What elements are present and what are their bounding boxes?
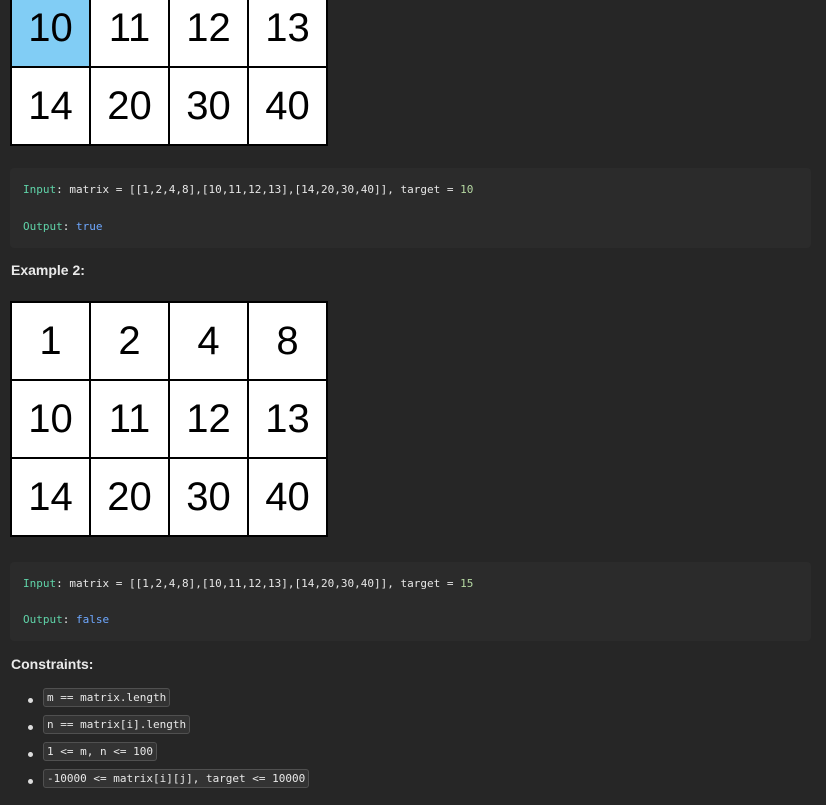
input-label: Input (23, 183, 57, 196)
input-text: : matrix = [[1,2,4,8],[10,11,12,13],[14,… (56, 183, 461, 196)
target-value: 15 (460, 577, 474, 590)
list-item: 1 <= m, n <= 100 (0, 742, 309, 769)
matrix-cell: 11 (89, 379, 170, 459)
matrix-cell-target: 10 (10, 0, 91, 68)
matrix-row: 10 11 12 13 (10, 0, 328, 68)
matrix-cell: 1 (10, 301, 91, 381)
matrix-cell: 2 (89, 301, 170, 381)
matrix-cell: 40 (247, 457, 328, 537)
matrix-cell: 12 (168, 379, 249, 459)
input-label: Input (23, 577, 57, 590)
matrix-row: 14 20 30 40 (10, 457, 328, 537)
output-sep: : (62, 613, 76, 626)
example2-input-line: Input: matrix = [[1,2,4,8],[10,11,12,13]… (23, 577, 473, 590)
list-item: n == matrix[i].length (0, 715, 309, 742)
matrix-cell: 30 (168, 66, 249, 146)
example2-output-line: Output: false (23, 613, 109, 626)
matrix-cell: 4 (168, 301, 249, 381)
constraint-code: n == matrix[i].length (43, 715, 191, 734)
matrix-cell: 10 (10, 379, 91, 459)
output-label: Output (23, 220, 63, 233)
constraint-code: -10000 <= matrix[i][j], target <= 10000 (43, 769, 310, 788)
output-sep: : (62, 220, 76, 233)
example1-io-block: Input: matrix = [[1,2,4,8],[10,11,12,13]… (10, 168, 811, 248)
matrix-cell: 11 (89, 0, 170, 68)
matrix-cell: 13 (247, 379, 328, 459)
list-item: m == matrix.length (0, 688, 309, 715)
example1-output-line: Output: true (23, 220, 103, 233)
matrix-row: 14 20 30 40 (10, 66, 328, 146)
list-item: -10000 <= matrix[i][j], target <= 10000 (0, 769, 310, 796)
matrix-cell: 20 (89, 457, 170, 537)
output-value: false (76, 613, 110, 626)
example1-matrix: 10 11 12 13 14 20 30 40 (10, 0, 328, 146)
example2-io-block: Input: matrix = [[1,2,4,8],[10,11,12,13]… (10, 562, 811, 641)
matrix-row: 10 11 12 13 (10, 379, 328, 459)
matrix-cell: 14 (10, 457, 91, 537)
input-text: : matrix = [[1,2,4,8],[10,11,12,13],[14,… (56, 577, 461, 590)
matrix-cell: 12 (168, 0, 249, 68)
example2-matrix: 1 2 4 8 10 11 12 13 14 20 30 40 (10, 301, 328, 537)
matrix-cell: 20 (89, 66, 170, 146)
matrix-row: 1 2 4 8 (10, 301, 328, 381)
constraints-list: m == matrix.length n == matrix[i].length… (0, 688, 310, 796)
constraints-heading: Constraints: (11, 656, 94, 672)
matrix-cell: 40 (247, 66, 328, 146)
constraint-code: m == matrix.length (43, 688, 171, 707)
output-value: true (76, 220, 103, 233)
matrix-cell: 30 (168, 457, 249, 537)
example2-heading: Example 2: (11, 262, 85, 278)
output-label: Output (23, 613, 63, 626)
target-value: 10 (460, 183, 474, 196)
constraint-code: 1 <= m, n <= 100 (43, 742, 157, 761)
matrix-cell: 14 (10, 66, 91, 146)
matrix-cell: 13 (247, 0, 328, 68)
matrix-cell: 8 (247, 301, 328, 381)
example1-input-line: Input: matrix = [[1,2,4,8],[10,11,12,13]… (23, 183, 473, 196)
